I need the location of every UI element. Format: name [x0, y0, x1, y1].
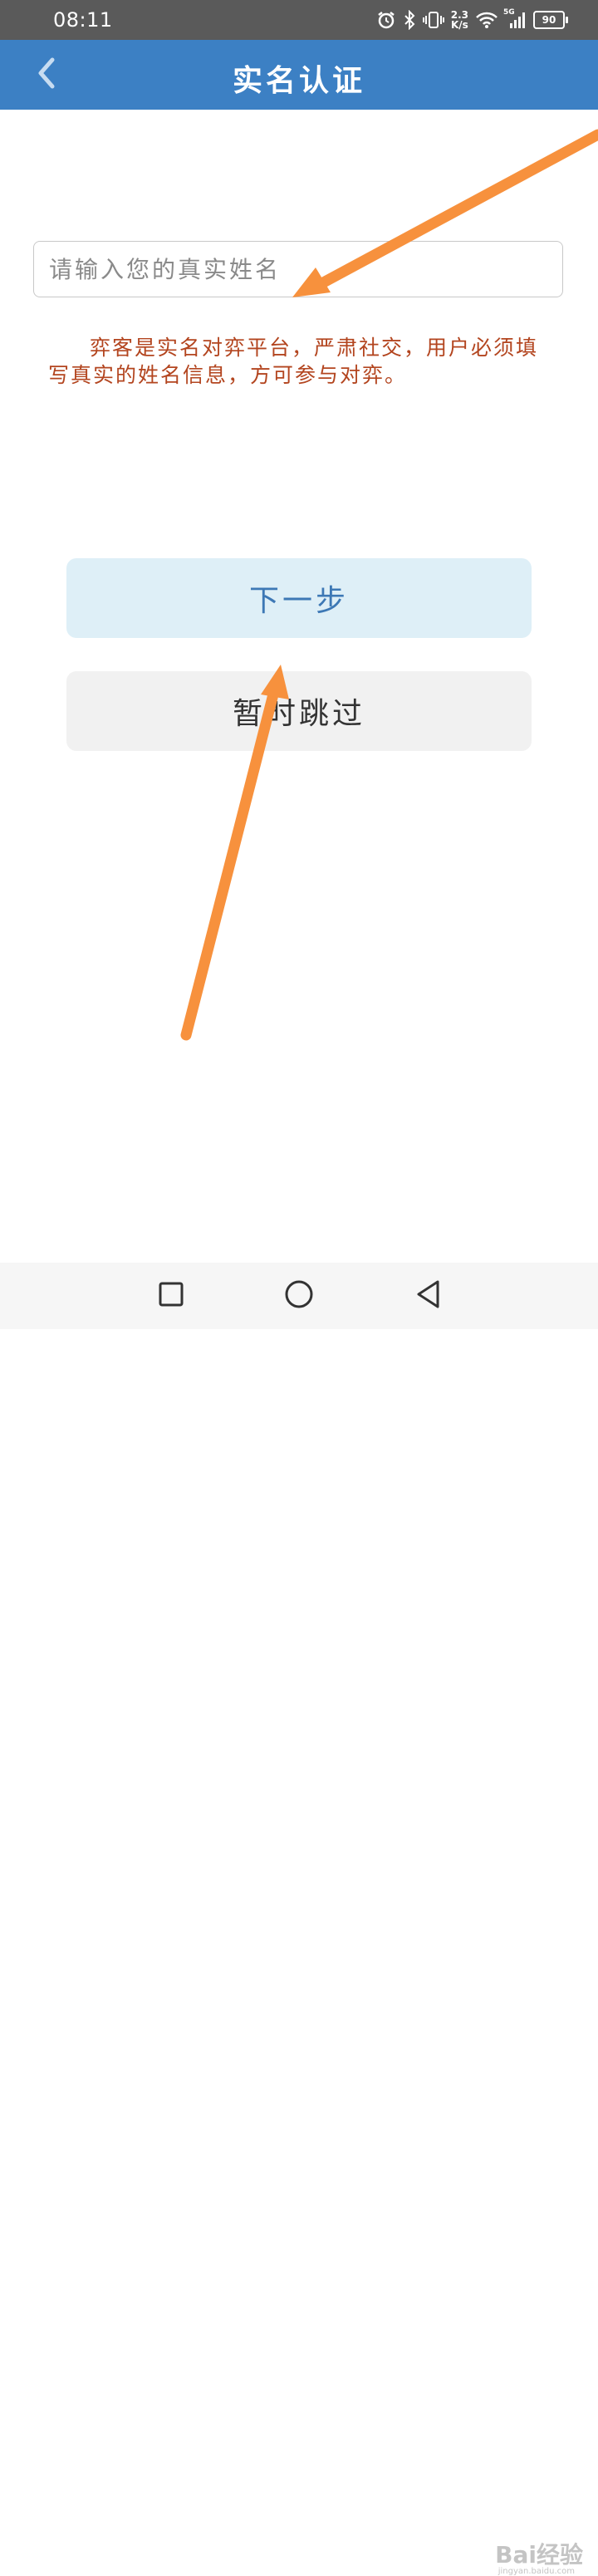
baidu-watermark: Bai经验	[495, 2541, 583, 2569]
page-title: 实名认证	[232, 63, 365, 98]
vibrate-icon	[422, 10, 444, 30]
real-name-input[interactable]	[33, 241, 563, 297]
battery-level: 90	[542, 14, 556, 26]
skip-button[interactable]: 暂时跳过	[66, 671, 532, 751]
bluetooth-icon	[403, 10, 416, 30]
real-name-notice: 弈客是实名对弈平台，严肃社交，用户必须填写真实的姓名信息，方可参与对弈。	[48, 336, 539, 387]
alarm-icon	[376, 10, 396, 30]
net-speed-unit: K/s	[450, 19, 468, 31]
annotation-arrows	[180, 129, 598, 1041]
battery-icon: 90	[533, 11, 568, 29]
status-icons: 2.3 K/s 5G 90	[376, 7, 568, 33]
baidu-watermark-url: jingyan.baidu.com	[498, 2567, 575, 2576]
square-icon	[158, 1281, 184, 1311]
recent-apps-button[interactable]	[153, 1278, 189, 1314]
system-back-button[interactable]	[410, 1278, 447, 1314]
net-speed: 2.3 K/s	[451, 10, 468, 30]
header: 实名认证	[0, 40, 598, 110]
wifi-icon	[475, 11, 498, 29]
signal-icon: 5G	[503, 8, 527, 29]
status-time: 08:11	[53, 8, 113, 32]
navigation-bar: Bai经验 jingyan.baidu.com	[0, 1263, 598, 2576]
circle-icon	[284, 1279, 314, 1313]
status-bar: 08:11 2.3 K/s 5G 90	[0, 0, 598, 40]
home-button[interactable]	[281, 1278, 317, 1314]
next-step-button[interactable]: 下一步	[66, 558, 532, 638]
network-type: 5G	[503, 8, 515, 17]
triangle-back-icon	[415, 1279, 442, 1313]
